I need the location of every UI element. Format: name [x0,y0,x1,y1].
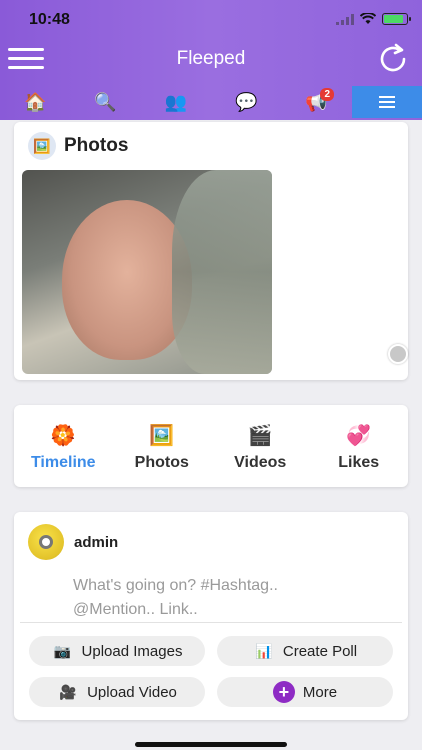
top-bar: 10:48 Fleeped 🏠 🔍 👥 💬 📢 2 [0,0,422,120]
profile-tabs: 🏵️ Timeline 🖼️ Photos 🎬 Videos 💞 Likes [14,405,408,487]
signal-icon [336,13,354,25]
divider [20,622,402,623]
plus-icon: + [272,681,295,703]
photos-card: 🖼️ Photos [14,122,408,380]
post-placeholder-line2: @Mention.. Link.. [73,601,198,618]
username: admin [74,533,119,551]
tab-search[interactable]: 🔍 [70,86,140,118]
timeline-icon: 🏵️ [50,424,76,447]
poll-icon: 📊 [255,642,273,659]
tab-home[interactable]: 🏠 [0,86,70,118]
scroll-indicator[interactable] [388,344,408,364]
messages-icon: 💬 [234,91,258,112]
battery-icon [382,13,411,25]
tab-likes[interactable]: 💞 Likes [310,405,409,487]
home-indicator[interactable] [135,742,287,747]
tab-label: Videos [234,454,287,471]
tab-timeline[interactable]: 🏵️ Timeline [14,405,113,487]
tab-label: Timeline [30,454,96,471]
photo-hair-shape [172,170,272,374]
nav-bar: Fleeped [0,40,422,80]
photos-title: Photos [64,135,129,156]
tab-messages[interactable]: 💬 [211,86,281,118]
tab-menu[interactable] [351,86,422,118]
videos-icon: 🎬 [247,424,273,447]
photos-icon: 🖼️ [149,424,175,447]
more-button[interactable]: + More [217,677,393,707]
search-icon: 🔍 [94,91,117,112]
video-camera-icon: 🎥 [59,683,77,700]
avatar[interactable] [28,524,64,560]
profile-photo[interactable] [22,170,272,374]
notification-badge: 2 [320,88,335,101]
tab-photos[interactable]: 🖼️ Photos [113,405,212,487]
upload-video-button[interactable]: 🎥 Upload Video [29,677,205,707]
top-tabs: 🏠 🔍 👥 💬 📢 2 [0,86,422,118]
status-bar: 10:48 [0,10,422,32]
post-composer: admin What's going on? #Hashtag.. @Menti… [14,512,408,720]
friends-icon: 👥 [164,91,188,112]
menu-icon [378,93,395,111]
tab-notifications[interactable]: 📢 2 [281,86,351,118]
wifi-icon [360,13,376,24]
refresh-icon[interactable] [376,42,410,76]
more-label: More [302,683,338,701]
composer-user: admin [28,524,118,560]
tab-label: Photos [134,454,189,471]
tab-label: Likes [338,454,380,471]
tab-friends[interactable]: 👥 [141,86,211,118]
create-poll-label: Create Poll [282,642,358,660]
likes-icon: 💞 [346,424,372,447]
post-placeholder-line1: What's going on? #Hashtag.. [73,577,278,594]
photos-icon: 🖼️ [28,132,56,160]
create-poll-button[interactable]: 📊 Create Poll [217,636,393,666]
status-icons [336,13,411,25]
home-icon: 🏠 [23,91,47,112]
status-time: 10:48 [29,11,70,28]
upload-images-label: Upload Images [81,642,183,660]
app-title: Fleeped [176,48,246,69]
camera-icon: 📷 [53,642,72,659]
upload-images-button[interactable]: 📷 Upload Images [29,636,205,666]
post-input[interactable]: What's going on? #Hashtag.. @Mention.. L… [73,574,373,622]
tab-videos[interactable]: 🎬 Videos [211,405,310,487]
upload-video-label: Upload Video [87,683,177,701]
photos-header: 🖼️ Photos [28,132,128,160]
